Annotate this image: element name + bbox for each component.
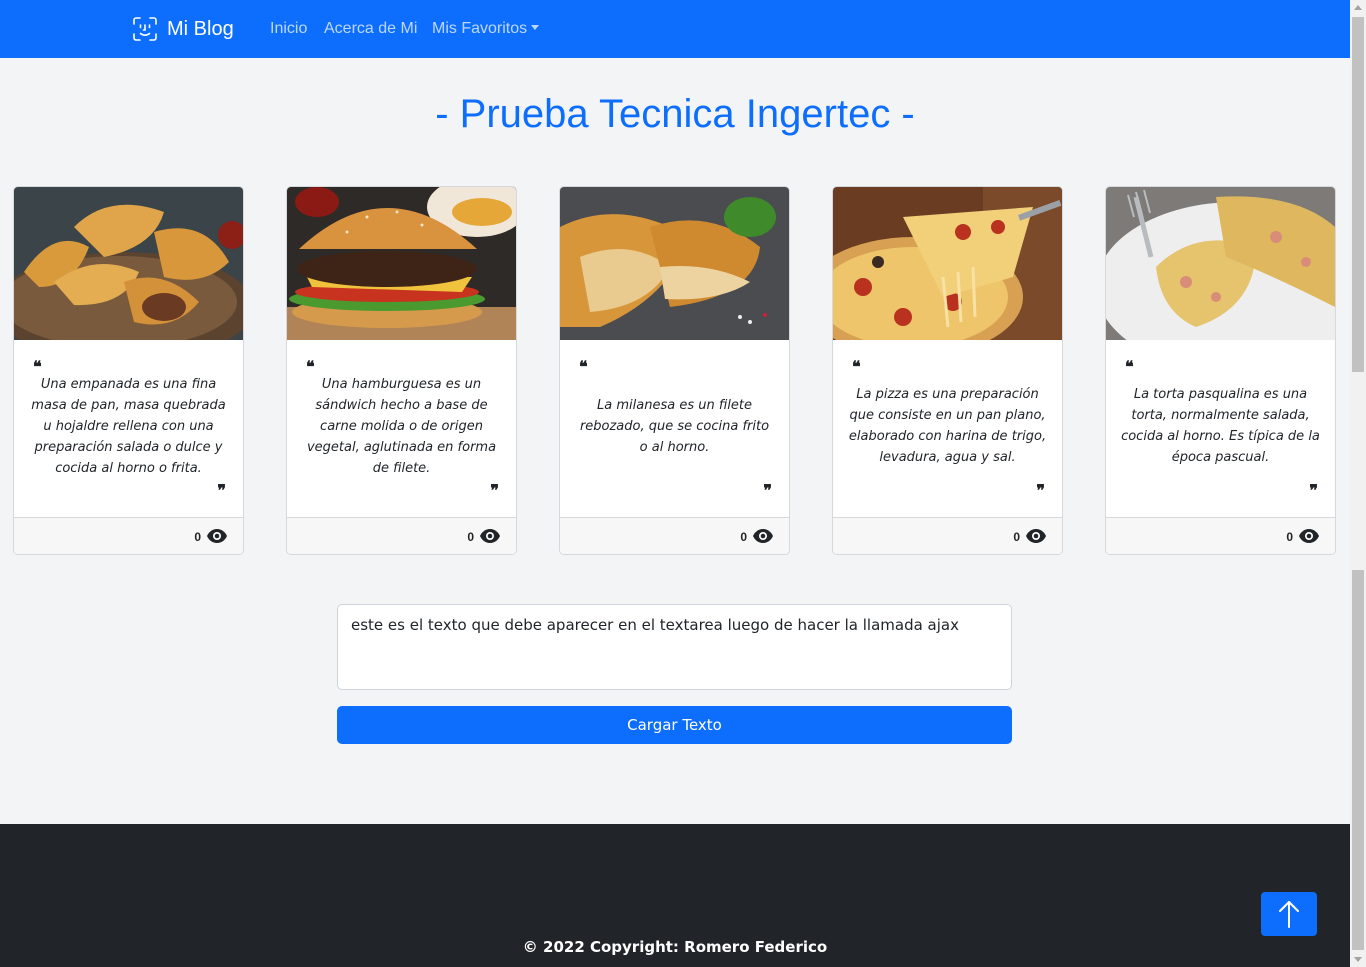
card-text: La milanesa es un filete rebozado, que s… <box>579 397 770 455</box>
view-count: 0 <box>1286 530 1293 544</box>
eye-icon[interactable] <box>1025 528 1047 544</box>
brand-link[interactable]: Mi Blog <box>132 16 234 42</box>
footer: © 2022 Copyright: Romero Federico <box>0 824 1350 967</box>
card-image-hamburguesa <box>287 187 516 340</box>
view-count: 0 <box>740 530 747 544</box>
nav-dropdown-label: Mis Favoritos <box>432 20 528 37</box>
quote-right-icon: ❞ <box>763 481 772 500</box>
card-body: ❝ Una hamburguesa es un sándwich hecho a… <box>287 340 516 518</box>
eye-icon[interactable] <box>206 528 228 544</box>
card-body: ❝ La milanesa es un filete rebozado, que… <box>560 340 789 518</box>
card-body: ❝ La torta pasqualina es una torta, norm… <box>1106 340 1335 518</box>
card-footer: 0 <box>833 517 1062 554</box>
card-empanada: ❝ Una empanada es una fina masa de pan, … <box>13 186 244 555</box>
card-image-pizza <box>833 187 1062 340</box>
scroll-up-arrow-icon[interactable] <box>1354 5 1362 10</box>
card-image-milanesa <box>560 187 789 340</box>
view-count: 0 <box>467 530 474 544</box>
page-title: - Prueba Tecnica Ingertec - <box>435 92 915 136</box>
card-hamburguesa: ❝ Una hamburguesa es un sándwich hecho a… <box>286 186 517 555</box>
brand-name: Mi Blog <box>167 17 234 40</box>
card-text: Una empanada es una fina masa de pan, ma… <box>31 376 226 476</box>
page-scrollbar[interactable] <box>1350 0 1366 967</box>
quote-right-icon: ❞ <box>217 481 226 500</box>
card-milanesa: ❝ La milanesa es un filete rebozado, que… <box>559 186 790 555</box>
scrollbar-thumb[interactable] <box>1352 570 1364 950</box>
card-image-empanadas <box>14 187 243 340</box>
copyright-text: © 2022 Copyright: Romero Federico <box>522 938 828 956</box>
card-body: ❝ Una empanada es una fina masa de pan, … <box>14 340 243 518</box>
card-text: La pizza es una preparación que consiste… <box>848 387 1047 465</box>
card-footer: 0 <box>287 517 516 554</box>
card-footer: 0 <box>560 517 789 554</box>
caret-down-icon <box>531 25 540 30</box>
card-pizza: ❝ La pizza es una preparación que consis… <box>832 186 1063 555</box>
scroll-to-top-button[interactable] <box>1261 892 1317 936</box>
card-torta-pasqualina: ❝ La torta pasqualina es una torta, norm… <box>1105 186 1336 555</box>
eye-icon[interactable] <box>752 528 774 544</box>
scroll-down-arrow-icon[interactable] <box>1354 957 1362 962</box>
face-id-icon <box>133 17 157 41</box>
view-count: 0 <box>1013 530 1020 544</box>
eye-icon[interactable] <box>1298 528 1320 544</box>
nav-dropdown-favoritos[interactable]: Mis Favoritos <box>432 20 540 38</box>
view-count: 0 <box>194 530 201 544</box>
card-image-torta-pasqualina <box>1106 187 1335 340</box>
card-text: Una hamburguesa es un sándwich hecho a b… <box>306 376 497 476</box>
card-footer: 0 <box>1106 517 1335 554</box>
card-body: ❝ La pizza es una preparación que consis… <box>833 340 1062 518</box>
load-text-button[interactable]: Cargar Texto <box>337 706 1012 744</box>
quote-right-icon: ❞ <box>1036 481 1045 500</box>
arrow-up-icon <box>1279 901 1299 928</box>
ajax-textarea[interactable]: este es el texto que debe aparecer en el… <box>337 604 1012 690</box>
card-footer: 0 <box>14 517 243 554</box>
nav-link-inicio[interactable]: Inicio <box>270 20 307 38</box>
navbar: Mi Blog Inicio Acerca de Mi Mis Favorito… <box>0 0 1350 58</box>
quote-right-icon: ❞ <box>1309 481 1318 500</box>
nav-link-acerca[interactable]: Acerca de Mi <box>324 20 417 38</box>
eye-icon[interactable] <box>479 528 501 544</box>
scrollbar-thumb[interactable] <box>1352 17 1364 372</box>
card-text: La torta pasqualina es una torta, normal… <box>1121 387 1320 465</box>
quote-right-icon: ❞ <box>490 481 499 500</box>
